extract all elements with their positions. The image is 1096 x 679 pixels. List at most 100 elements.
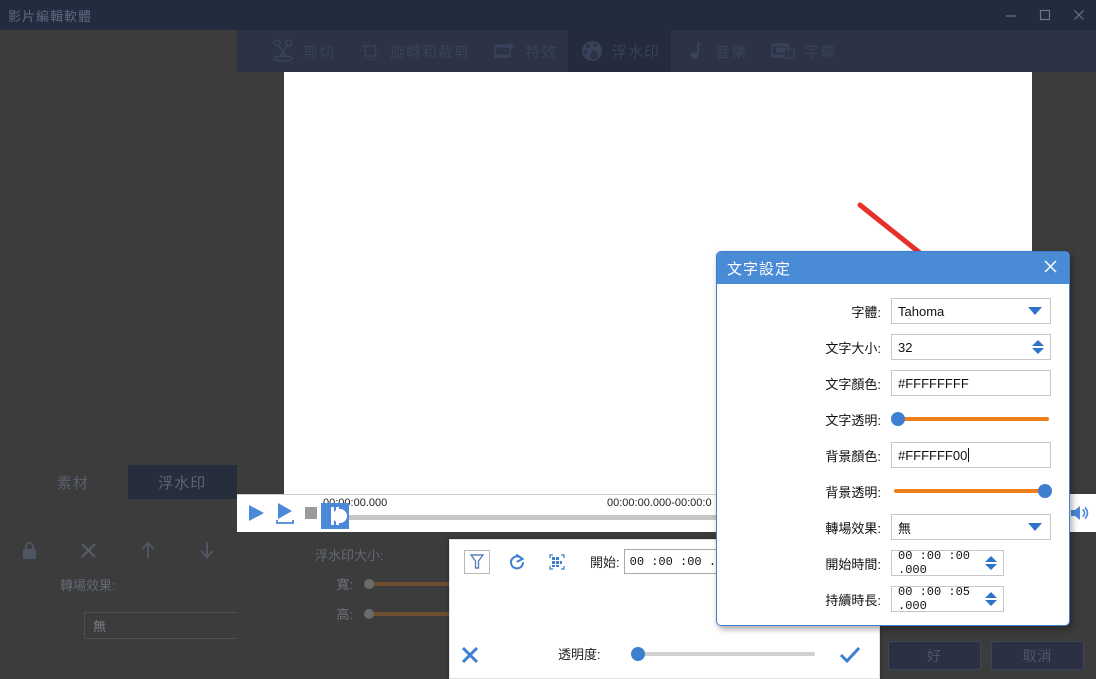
cancel-button[interactable]: 取消 — [991, 641, 1084, 670]
text-color-value: #FFFFFFFF — [898, 375, 969, 391]
subtitle-icon: T — [769, 38, 797, 64]
float-opacity-knob[interactable] — [631, 647, 645, 661]
transition-effect-label: 轉場效果: — [60, 578, 116, 593]
dialog-transition-value: 無 — [898, 520, 912, 536]
sidebar-icon-row — [0, 530, 237, 570]
dialog-row-font: 字體: Tahoma — [717, 293, 1069, 329]
bg-opacity-label: 背景透明: — [825, 484, 881, 500]
font-size-input[interactable]: 32 — [891, 334, 1051, 360]
float-confirm-button[interactable] — [839, 646, 861, 670]
spinner-icon[interactable] — [985, 556, 997, 570]
sidebar-tab-material[interactable]: 素材 — [18, 465, 128, 499]
tab-effects[interactable]: 特效 — [481, 30, 568, 72]
sidebar-tab-watermark[interactable]: 浮水印 — [127, 465, 237, 499]
transition-effect-block: 轉場效果: 無 — [18, 575, 284, 639]
dialog-transition-label: 轉場效果: — [825, 520, 881, 536]
text-color-input[interactable]: #FFFFFFFF — [891, 370, 1051, 396]
chevron-down-icon — [1028, 307, 1042, 315]
float-cancel-button[interactable] — [460, 645, 480, 671]
arrow-down-icon[interactable] — [178, 540, 237, 560]
dialog-row-transition: 轉場效果: 無 — [717, 509, 1069, 545]
play-icon[interactable] — [246, 502, 266, 524]
duration-label: 持續時長: — [825, 592, 881, 608]
tab-effects-label: 特效 — [525, 43, 558, 61]
tab-subtitle-label: 字幕 — [804, 43, 837, 61]
maximize-button[interactable] — [1028, 0, 1062, 30]
bg-color-value: #FFFFFF00 — [898, 447, 968, 463]
mosaic-icon[interactable] — [544, 550, 570, 574]
start-time-input[interactable]: 00 :00 :00 .000 — [891, 549, 1004, 577]
bg-color-label: 背景顏色: — [825, 448, 881, 464]
ok-button[interactable]: 好 — [888, 641, 981, 670]
font-select[interactable]: Tahoma — [891, 298, 1051, 324]
font-label: 字體: — [851, 304, 881, 320]
tab-music[interactable]: 音樂 — [671, 30, 758, 72]
dialog-row-duration: 持續時長: 00 :00 :05 .000 — [717, 581, 1069, 617]
bg-opacity-slider[interactable] — [894, 484, 1052, 498]
watermark-width-label: 寬: — [336, 577, 353, 592]
range-time-label: 00:00:00.000-00:00:0 — [607, 497, 712, 509]
dialog-row-textopacity: 文字透明: — [717, 401, 1069, 437]
tab-rotate-crop-label: 旋轉和裁剪 — [390, 43, 471, 61]
main-toolbar: 剪切 旋轉和裁剪 特效 浮水印 音樂 T 字幕 — [237, 30, 1096, 72]
dialog-title: 文字設定 — [727, 260, 792, 278]
filter-icon[interactable] — [464, 549, 490, 574]
dialog-body: 字體: Tahoma 文字大小: 32 文字顏色: #FFFFFFFF 文字透明… — [717, 284, 1069, 617]
dialog-action-buttons: 好 取消 — [878, 641, 1084, 670]
music-note-icon — [682, 38, 708, 64]
tab-cut[interactable]: 剪切 — [259, 30, 346, 72]
title-bar: 影片編輯軟體 — [0, 0, 1096, 30]
duration-input[interactable]: 00 :00 :05 .000 — [891, 585, 1004, 613]
tab-watermark-label: 浮水印 — [612, 43, 661, 61]
tab-watermark[interactable]: 浮水印 — [568, 30, 672, 72]
transition-effect-value: 無 — [93, 619, 107, 634]
text-color-label: 文字顏色: — [825, 376, 881, 392]
app-title: 影片編輯軟體 — [8, 8, 93, 24]
bg-color-input[interactable]: #FFFFFF00 — [891, 442, 1051, 468]
close-icon[interactable] — [59, 541, 118, 560]
rotate-icon[interactable] — [504, 550, 530, 574]
text-opacity-slider[interactable] — [891, 412, 1049, 426]
sidebar-tabs: 素材 浮水印 — [18, 465, 237, 499]
dialog-header: 文字設定 — [717, 252, 1069, 284]
dialog-row-bgopacity: 背景透明: — [717, 473, 1069, 509]
float-start-label: 開始: — [590, 555, 620, 570]
start-time-label: 開始時間: — [825, 556, 881, 572]
dialog-transition-select[interactable]: 無 — [891, 514, 1051, 540]
minimize-button[interactable] — [994, 0, 1028, 30]
dialog-row-fontsize: 文字大小: 32 — [717, 329, 1069, 365]
float-opacity-slider[interactable] — [631, 647, 815, 661]
watermark-icon — [579, 38, 605, 64]
timeline-scrubber[interactable] — [321, 503, 349, 529]
tab-cut-label: 剪切 — [303, 43, 336, 61]
effects-icon — [492, 38, 518, 64]
stop-icon[interactable] — [304, 506, 318, 520]
font-value: Tahoma — [898, 303, 945, 319]
font-size-label: 文字大小: — [825, 340, 881, 356]
svg-text:T: T — [786, 50, 792, 59]
tab-subtitle[interactable]: T 字幕 — [758, 30, 847, 72]
window-controls — [994, 0, 1096, 30]
arrow-up-icon[interactable] — [119, 540, 178, 560]
close-button[interactable] — [1062, 0, 1096, 30]
play-range-icon[interactable] — [275, 501, 295, 525]
font-size-value: 32 — [898, 339, 913, 355]
chevron-down-icon — [1028, 523, 1042, 531]
dialog-row-bgcolor: 背景顏色: #FFFFFF00 — [717, 437, 1069, 473]
watermark-height-label: 高: — [336, 607, 353, 622]
text-opacity-label: 文字透明: — [825, 412, 881, 428]
close-icon[interactable] — [1042, 258, 1059, 278]
spinner-icon[interactable] — [1032, 340, 1044, 354]
left-sidebar: 素材 浮水印 轉場效果: 無 — [0, 30, 284, 679]
watermark-size-label: 浮水印大小: — [315, 548, 384, 563]
float-opacity-label: 透明度: — [558, 647, 601, 662]
crop-rotate-icon — [357, 38, 383, 64]
spinner-icon[interactable] — [985, 592, 997, 606]
scissors-icon — [270, 38, 296, 64]
dialog-row-starttime: 開始時間: 00 :00 :00 .000 — [717, 545, 1069, 581]
tab-music-label: 音樂 — [715, 43, 748, 61]
lock-icon[interactable] — [0, 541, 59, 560]
text-settings-dialog: 文字設定 字體: Tahoma 文字大小: 32 文字顏色: #FFFFFFFF — [716, 251, 1070, 626]
dialog-row-textcolor: 文字顏色: #FFFFFFFF — [717, 365, 1069, 401]
tab-rotate-crop[interactable]: 旋轉和裁剪 — [346, 30, 481, 72]
